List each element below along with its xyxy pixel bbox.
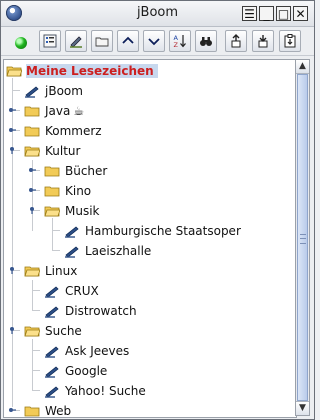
bookmark-label: Ask Jeeves — [65, 344, 130, 358]
folder-label: Kino — [65, 184, 92, 198]
bookmark-label: Distrowatch — [65, 304, 137, 318]
bookmark-label: CRUX — [65, 284, 99, 298]
bookmark-item[interactable]: Hamburgische Staatsoper — [64, 221, 241, 241]
folder-item[interactable]: Linux — [24, 261, 77, 281]
folder-label: Kultur — [45, 144, 81, 158]
properties-icon — [43, 34, 57, 48]
clipboard-icon — [284, 34, 296, 48]
java-coffee-icon: ☕ — [73, 104, 85, 118]
move-up-icon — [122, 36, 134, 44]
bookmark-icon — [45, 306, 59, 318]
vertical-scrollbar[interactable]: ▲ ▼ — [295, 59, 310, 416]
title-bar[interactable]: jBoom ☰ _ □ ✕ — [1, 1, 314, 27]
maximize-button[interactable]: □ — [276, 6, 291, 21]
collapse-handle-linux[interactable] — [8, 266, 16, 274]
folder-icon — [24, 406, 40, 417]
edit-bookmark-button[interactable] — [65, 30, 87, 52]
sort-button[interactable]: A Z — [169, 30, 191, 52]
folder-label: Bücher — [65, 164, 108, 178]
find-button[interactable] — [195, 30, 217, 52]
folder-label: Kommerz — [45, 124, 102, 138]
export-icon — [258, 35, 268, 48]
bookmark-item[interactable]: Ask Jeeves — [44, 341, 129, 361]
minimize-button[interactable]: _ — [259, 6, 274, 21]
bookmark-item[interactable]: Distrowatch — [44, 301, 137, 321]
tree-root-label: Meine Lesezeichen — [26, 64, 158, 78]
bookmark-item[interactable]: Laeiszhalle — [64, 241, 151, 261]
folder-item[interactable]: Kino — [44, 181, 91, 201]
folder-icon — [24, 106, 40, 117]
status-light-icon — [15, 37, 27, 49]
folder-item[interactable]: Web — [24, 401, 72, 418]
bookmark-label: jBoom — [45, 84, 83, 98]
close-button[interactable]: ✕ — [293, 6, 308, 21]
open-folder-icon — [6, 66, 22, 77]
collapse-handle-musik[interactable] — [28, 206, 36, 214]
scroll-thumb[interactable] — [297, 74, 308, 401]
expand-handle-buecher[interactable] — [28, 166, 36, 174]
move-down-button[interactable] — [143, 30, 165, 52]
move-up-button[interactable] — [117, 30, 139, 52]
folder-label: Web — [45, 404, 72, 418]
bookmark-label: Yahoo! Suche — [65, 384, 146, 398]
sort-alphabetical-icon: A Z — [174, 34, 186, 48]
export-button[interactable] — [252, 30, 274, 52]
folder-item[interactable]: Bücher — [44, 161, 107, 181]
folder-icon — [44, 186, 60, 197]
bookmark-item[interactable]: jBoom — [24, 81, 83, 101]
bookmark-item[interactable]: Google — [44, 361, 107, 381]
scroll-grip-icon — [300, 234, 306, 244]
bookmark-icon — [45, 386, 59, 398]
folder-item[interactable]: Kommerz — [24, 121, 102, 141]
open-folder-icon — [24, 146, 40, 157]
expand-handle-kommerz[interactable] — [8, 126, 16, 134]
import-button[interactable] — [225, 30, 247, 52]
expand-handle-web[interactable] — [8, 406, 16, 414]
tree-root-node[interactable]: Meine Lesezeichen — [6, 61, 158, 81]
folder-icon — [44, 166, 60, 177]
folder-label: Suche — [45, 324, 82, 338]
app-window: jBoom ☰ _ □ ✕ A Z Meine Lesezeichen jBoo… — [0, 0, 315, 420]
bookmark-icon — [45, 366, 59, 378]
bookmark-icon — [65, 246, 79, 258]
sort-label-z: Z — [174, 41, 179, 48]
window-controls: ☰ _ □ ✕ — [242, 6, 308, 21]
edit-bookmark-icon — [70, 36, 82, 48]
bookmark-icon — [25, 86, 39, 98]
properties-button[interactable] — [39, 30, 61, 52]
clipboard-button[interactable] — [279, 30, 301, 52]
bookmark-icon — [65, 226, 79, 238]
folder-item[interactable]: Java ☕ — [24, 101, 84, 121]
find-icon — [200, 37, 212, 46]
window-menu-button[interactable]: ☰ — [242, 6, 257, 21]
open-folder-icon — [24, 326, 40, 337]
bookmark-label: Google — [65, 364, 108, 378]
new-folder-icon — [95, 37, 109, 47]
folder-label: Linux — [45, 264, 78, 278]
bookmark-tree[interactable]: Meine Lesezeichen jBoom Java ☕ Kommerz K… — [3, 59, 297, 418]
collapse-handle-kultur[interactable] — [8, 146, 16, 154]
collapse-handle-suche[interactable] — [8, 326, 16, 334]
bookmark-icon — [45, 286, 59, 298]
open-folder-icon — [44, 206, 60, 217]
scroll-up-button[interactable]: ▲ — [296, 60, 309, 74]
folder-icon — [24, 126, 40, 137]
import-icon — [231, 34, 241, 48]
folder-label: Musik — [65, 204, 100, 218]
scroll-down-button[interactable]: ▼ — [296, 401, 309, 415]
expand-handle-java[interactable] — [8, 106, 16, 114]
open-folder-icon — [24, 266, 40, 277]
new-folder-button[interactable] — [91, 30, 113, 52]
folder-label: Java — [45, 104, 71, 118]
bookmark-label: Laeiszhalle — [85, 244, 152, 258]
expand-handle-kino[interactable] — [28, 186, 36, 194]
move-down-icon — [148, 38, 160, 46]
bookmark-item[interactable]: Yahoo! Suche — [44, 381, 146, 401]
folder-item[interactable]: Suche — [24, 321, 82, 341]
bookmark-label: Hamburgische Staatsoper — [85, 224, 241, 238]
folder-item[interactable]: Musik — [44, 201, 100, 221]
bookmark-icon — [45, 346, 59, 358]
folder-item[interactable]: Kultur — [24, 141, 80, 161]
bookmark-item[interactable]: CRUX — [44, 281, 99, 301]
